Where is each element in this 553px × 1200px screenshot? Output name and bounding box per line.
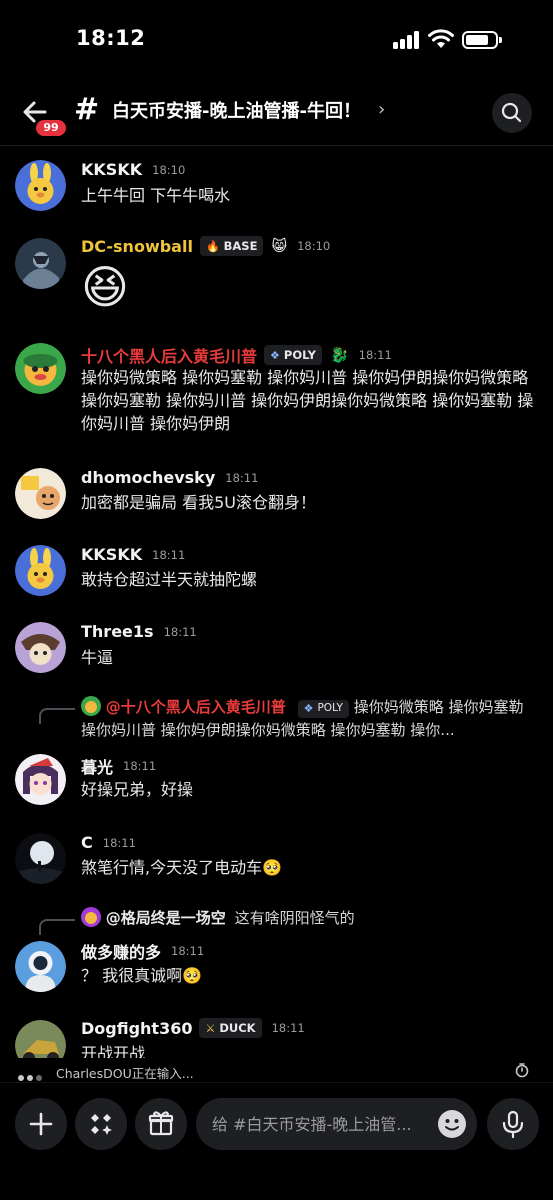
message-text: 上午牛回 下午牛喝水: [81, 186, 231, 205]
message-text: 操你妈微策略 操你妈塞勒 操你妈川普 操你妈伊朗操你妈微策略 操你妈塞勒 操你妈…: [81, 368, 534, 433]
avatar[interactable]: [15, 160, 66, 211]
username[interactable]: 十八个黑人后入黄毛川普: [81, 343, 257, 367]
server-tag[interactable]: ⚔ DUCK: [199, 1018, 262, 1038]
reply-connector: [39, 919, 75, 935]
add-button[interactable]: [15, 1098, 67, 1150]
message-text: ？ 我很真诚啊🥺: [81, 966, 203, 985]
message-text: 煞笔行情,今天没了电动车🥺: [81, 858, 283, 877]
message-header: C 18:11: [81, 833, 136, 852]
reply-avatar: [81, 696, 101, 716]
avatar[interactable]: [15, 343, 66, 394]
microphone-icon: [502, 1110, 524, 1139]
battery-icon: [462, 31, 502, 49]
message-input[interactable]: [212, 1112, 422, 1136]
plus-icon: [29, 1112, 53, 1136]
cellular-signal-icon: [393, 31, 419, 49]
avatar[interactable]: [15, 833, 66, 884]
message-header: Three1s 18:11: [81, 622, 197, 641]
timestamp: 18:11: [171, 944, 205, 958]
timestamp: 18:11: [358, 348, 392, 362]
timer-icon[interactable]: [514, 1062, 530, 1078]
message-input-box[interactable]: [196, 1098, 477, 1150]
message-text: 加密都是骗局 看我5U滚仓翻身！: [81, 493, 316, 512]
message-text: 开战开战: [81, 1044, 146, 1058]
message-header: 十八个黑人后入黄毛川普 ❖ POLY 🐉 18:11: [81, 343, 392, 367]
reply-username[interactable]: @十八个黑人后入黄毛川普: [106, 698, 286, 716]
username[interactable]: dhomochevsky: [81, 468, 215, 487]
timestamp: 18:11: [123, 759, 157, 773]
avatar[interactable]: [15, 622, 66, 673]
message-text: 敢持仓超过半天就抽陀螺: [81, 570, 258, 589]
flame-icon: 🔥: [205, 239, 220, 253]
avatar[interactable]: [15, 238, 66, 289]
message-text: 好操兄弟，好操: [81, 780, 194, 799]
username[interactable]: 做多赚的多: [81, 939, 161, 963]
username[interactable]: C: [81, 833, 93, 852]
emoji-icon[interactable]: [437, 1109, 467, 1139]
timestamp: 18:11: [102, 835, 136, 850]
search-button[interactable]: [492, 93, 532, 133]
hash-icon: #: [74, 92, 100, 127]
message-header: Dogfight360 ⚔ DUCK 18:11: [81, 1018, 305, 1038]
sword-icon: ⚔: [205, 1021, 216, 1035]
message-emoji: 😆: [81, 260, 129, 314]
status-bar: 18:12: [0, 0, 553, 80]
polygon-icon: ❖: [303, 702, 314, 715]
channel-header: 99 # 白天币安播-晚上油管播-牛回！ ›: [0, 80, 553, 146]
username[interactable]: KKSKK: [81, 160, 142, 179]
message-header: DC-snowball 🔥 BASE 😸 18:10: [81, 236, 330, 256]
search-icon: [501, 102, 522, 123]
channel-title[interactable]: 白天币安播-晚上油管播-牛回！: [112, 97, 361, 123]
role-icon: 😸: [271, 237, 288, 255]
timestamp: 18:10: [152, 162, 186, 177]
message-header: 做多赚的多 18:11: [81, 939, 204, 963]
message-item[interactable]: Dogfight360 ⚔ DUCK 18:11 开战开战: [0, 1018, 553, 1058]
server-tag[interactable]: ❖ POLY: [264, 345, 322, 365]
apps-icon: [91, 1114, 112, 1135]
timestamp: 18:10: [297, 239, 331, 253]
reply-text: 这有啥阴阳怪气的: [234, 909, 355, 927]
avatar[interactable]: [15, 468, 66, 519]
server-tag[interactable]: 🔥 BASE: [199, 236, 264, 256]
wifi-icon: [428, 29, 454, 48]
timestamp: 18:11: [225, 470, 259, 485]
reply-username[interactable]: @格局终是一场空: [106, 909, 226, 927]
typing-text: CharlesDOU正在输入...: [56, 1066, 194, 1081]
typing-indicator: CharlesDOU正在输入...: [18, 1062, 538, 1082]
message-header: 暮光 18:11: [81, 754, 156, 778]
reply-preview[interactable]: @十八个黑人后入黄毛川普 ❖ POLY 操你妈微策略 操你妈塞勒 操你妈川普 操你…: [81, 696, 541, 742]
username[interactable]: KKSKK: [81, 545, 142, 564]
timestamp: 18:11: [163, 624, 197, 639]
reply-avatar: [81, 907, 101, 927]
message-header: KKSKK 18:11: [81, 545, 185, 564]
avatar[interactable]: [15, 941, 66, 992]
username[interactable]: Dogfight360: [81, 1019, 192, 1038]
avatar[interactable]: [15, 754, 66, 805]
dragon-icon: 🐉: [329, 346, 349, 364]
timestamp: 18:11: [271, 1021, 305, 1035]
unread-badge: 99: [34, 118, 68, 138]
reply-connector: [39, 708, 75, 724]
chevron-right-icon[interactable]: ›: [378, 99, 385, 120]
gift-button[interactable]: [135, 1098, 187, 1150]
avatar[interactable]: [15, 545, 66, 596]
status-time: 18:12: [76, 26, 146, 50]
avatar[interactable]: [15, 1020, 66, 1058]
message-text: 牛逼: [81, 648, 114, 667]
apps-button[interactable]: [75, 1098, 127, 1150]
username[interactable]: Three1s: [81, 622, 154, 641]
polygon-icon: ❖: [270, 348, 280, 362]
username[interactable]: 暮光: [81, 754, 113, 778]
message-header: KKSKK 18:10: [81, 160, 185, 179]
voice-button[interactable]: [487, 1098, 539, 1150]
username[interactable]: DC-snowball: [81, 237, 193, 256]
timestamp: 18:11: [152, 547, 186, 562]
composer-bar: [0, 1082, 553, 1200]
gift-icon: [148, 1111, 174, 1136]
server-tag: ❖ POLY: [297, 699, 349, 718]
reply-preview[interactable]: @格局终是一场空 这有啥阴阳怪气的: [81, 907, 541, 930]
message-header: dhomochevsky 18:11: [81, 468, 258, 487]
